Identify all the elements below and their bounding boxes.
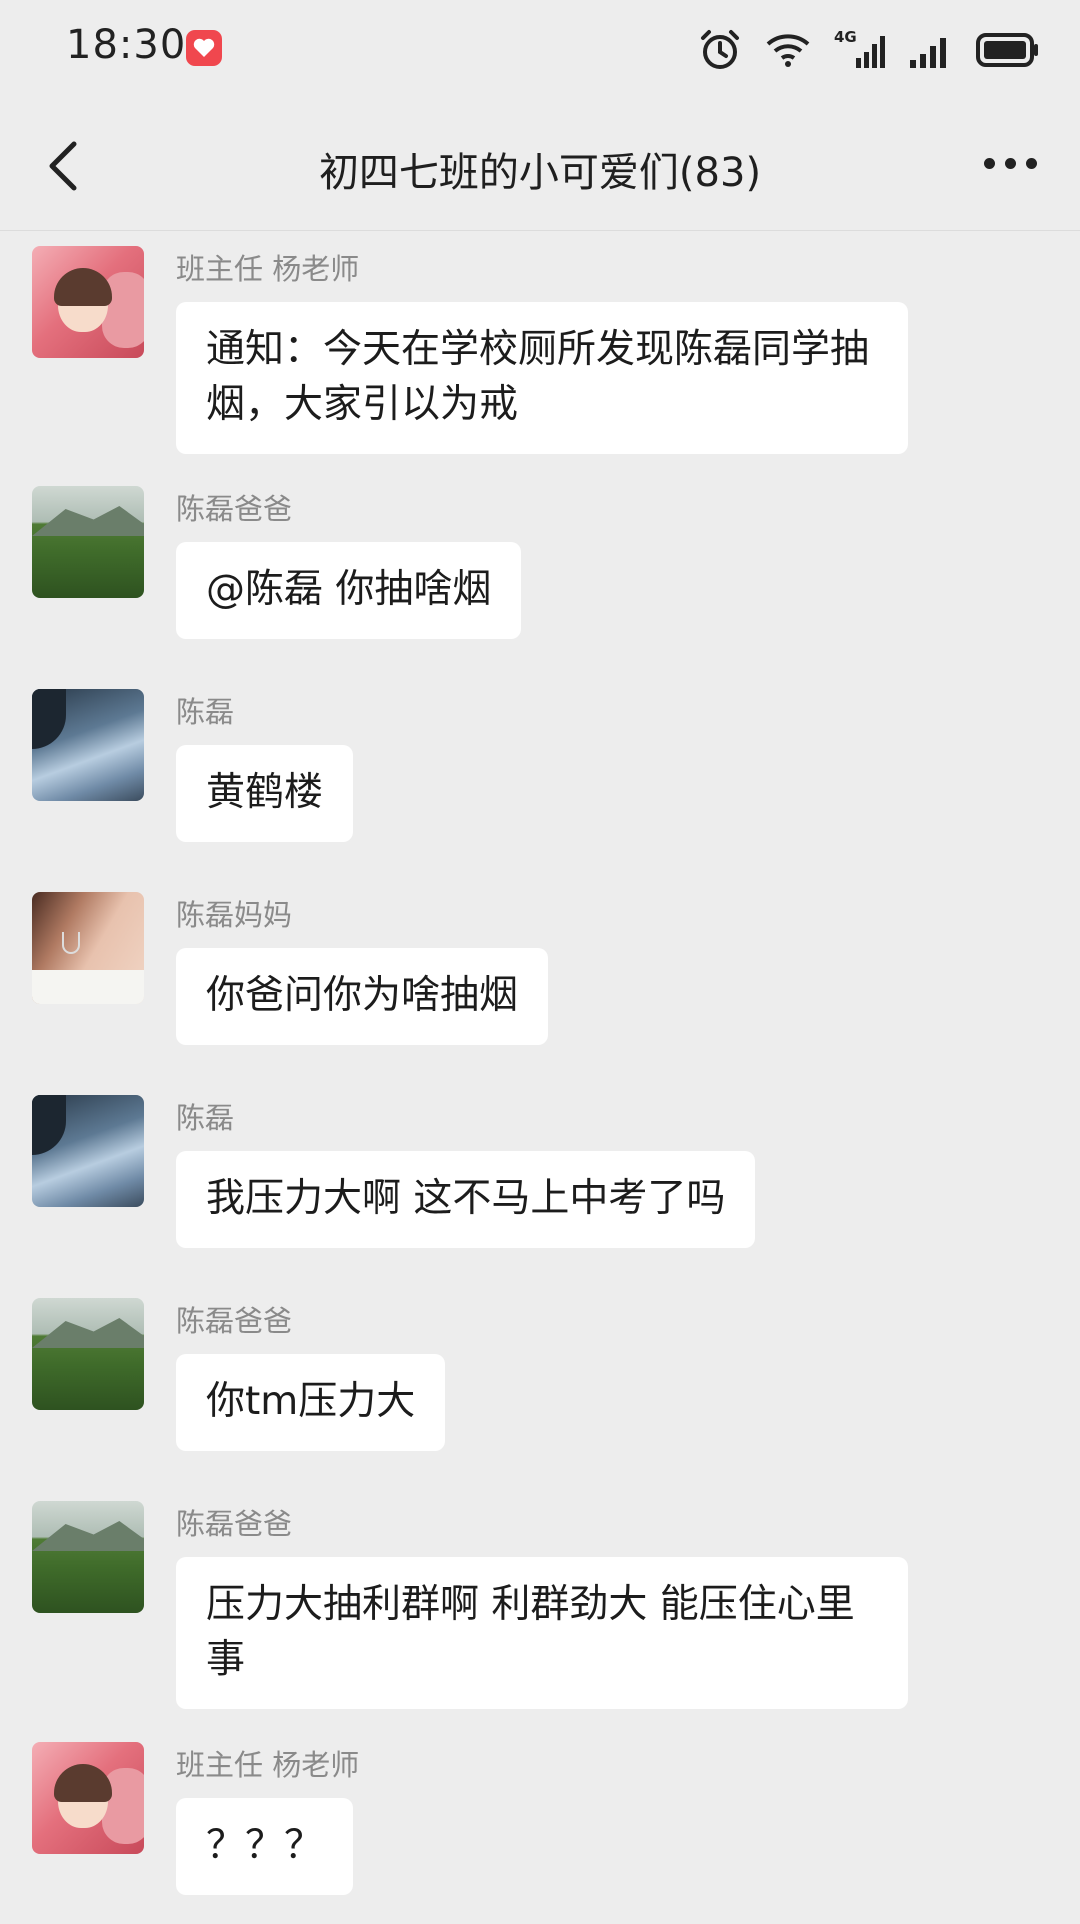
message-bubble[interactable]: 压力大抽利群啊 利群劲大 能压住心里事 <box>176 1557 908 1709</box>
sender-name: 班主任 杨老师 <box>176 1748 360 1782</box>
status-time: 18:30 <box>66 22 187 68</box>
message-bubble[interactable]: 你爸问你为啥抽烟 <box>176 948 549 1045</box>
woman-avatar[interactable] <box>32 892 144 1004</box>
chat-title: 初四七班的小可爱们(83) <box>318 150 762 196</box>
battery-icon <box>976 33 1038 67</box>
chat-header: 初四七班的小可爱们(83) <box>0 100 1080 231</box>
mountain-avatar[interactable] <box>32 486 144 598</box>
sender-name: 陈磊爸爸 <box>176 492 293 526</box>
message-bubble[interactable]: ？？？ <box>176 1798 354 1895</box>
sender-name: 陈磊 <box>176 695 235 729</box>
message-bubble[interactable]: 黄鹤楼 <box>176 745 354 842</box>
cellular-signal-icon <box>910 38 946 68</box>
cellular-4g-icon: 4G <box>834 28 886 72</box>
alarm-icon <box>701 30 739 69</box>
more-icon[interactable] <box>984 158 1038 172</box>
message-bubble[interactable]: 通知：今天在学校厕所发现陈磊同学抽烟，大家引以为戒 <box>176 302 908 454</box>
sea-avatar[interactable] <box>32 689 144 801</box>
girl-avatar[interactable] <box>32 1742 144 1854</box>
wifi-icon <box>766 34 810 67</box>
girl-avatar[interactable] <box>32 246 144 358</box>
message-bubble[interactable]: @陈磊 你抽啥烟 <box>176 542 522 639</box>
message-bubble[interactable]: 我压力大啊 这不马上中考了吗 <box>176 1151 756 1248</box>
status-bar: 18:30 4G <box>0 0 1080 100</box>
app-badge-icon <box>186 30 222 66</box>
sender-name: 陈磊爸爸 <box>176 1507 293 1541</box>
sea-avatar[interactable] <box>32 1095 144 1207</box>
sender-name: 班主任 杨老师 <box>176 252 360 286</box>
message-bubble[interactable]: 你tm压力大 <box>176 1354 446 1451</box>
mountain-avatar[interactable] <box>32 1501 144 1613</box>
sender-name: 陈磊 <box>176 1101 235 1135</box>
status-icons: 4G <box>698 26 1040 74</box>
mountain-avatar[interactable] <box>32 1298 144 1410</box>
sender-name: 陈磊爸爸 <box>176 1304 293 1338</box>
sender-name: 陈磊妈妈 <box>176 898 293 932</box>
